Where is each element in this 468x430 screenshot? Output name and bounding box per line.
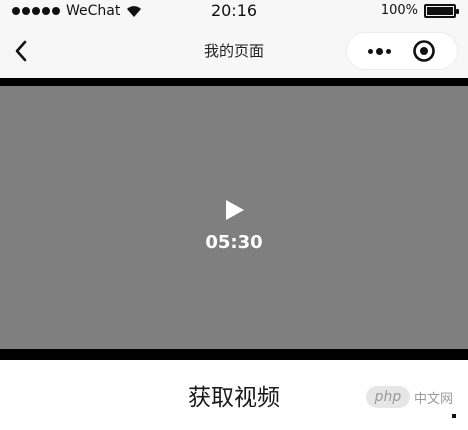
watermark: php 中文网	[366, 386, 453, 408]
play-button[interactable]	[222, 197, 246, 223]
get-video-button[interactable]: 获取视频	[150, 372, 318, 418]
video-duration: 05:30	[205, 232, 263, 253]
close-button[interactable]	[411, 38, 437, 64]
corner-dot	[452, 414, 456, 418]
watermark-badge: php	[366, 386, 410, 408]
battery-fill	[427, 7, 453, 15]
mini-program-capsule	[346, 32, 458, 70]
more-dots-icon	[367, 48, 373, 54]
battery-percent: 100%	[380, 3, 418, 18]
more-button[interactable]	[359, 33, 399, 69]
target-close-icon	[413, 40, 435, 62]
video-player[interactable]: 05:30	[0, 78, 468, 360]
status-bar: WeChat 20:16 100%	[0, 0, 468, 24]
video-frame[interactable]: 05:30	[0, 86, 468, 349]
play-icon	[226, 200, 244, 220]
watermark-text: 中文网	[414, 391, 454, 407]
battery-icon	[424, 4, 459, 18]
status-bar-right: 100%	[380, 3, 459, 19]
nav-bar: 我的页面	[0, 24, 468, 78]
